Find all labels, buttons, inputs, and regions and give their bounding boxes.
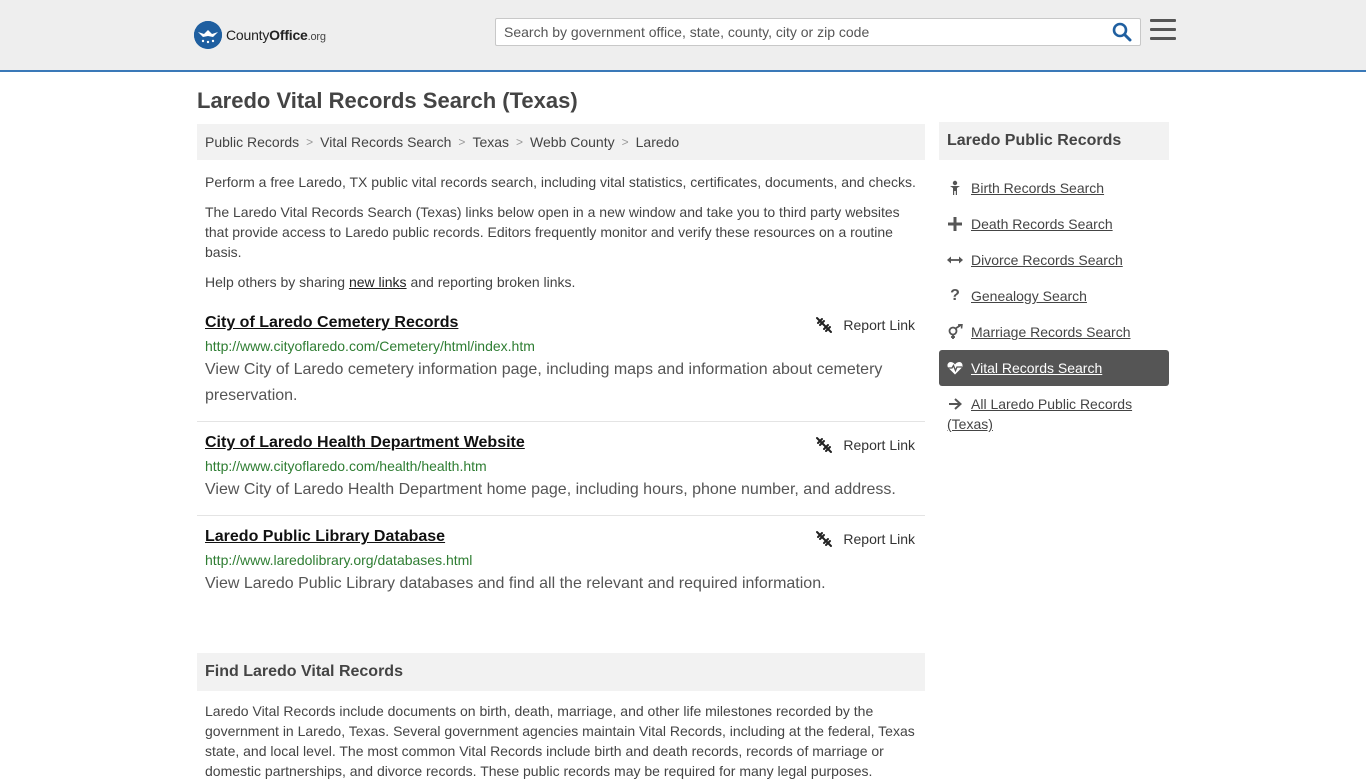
site-logo[interactable]: CountyOffice.org [194, 20, 326, 50]
record-title-link[interactable]: Laredo Public Library Database [205, 526, 445, 548]
report-link-button[interactable]: Report Link [815, 530, 915, 548]
record-description: View City of Laredo Health Department ho… [205, 481, 896, 498]
main-content: Public Records > Vital Records Search > … [197, 124, 925, 781]
logo-text-org: .org [307, 31, 326, 43]
record-url-link[interactable]: http://www.laredolibrary.org/databases.h… [205, 551, 917, 569]
breadcrumb-vital-records[interactable]: Vital Records Search [320, 134, 451, 150]
logo-text-county: County [226, 27, 270, 43]
logo-text-office: Office [269, 27, 308, 43]
arrows-horizontal-icon [947, 250, 963, 270]
find-section-heading: Find Laredo Vital Records [197, 653, 925, 691]
intro-help-text: Help others by sharing [205, 274, 349, 290]
report-link-label: Report Link [843, 531, 915, 547]
sidebar-item-divorce-records[interactable]: Divorce Records Search [939, 242, 1169, 278]
page-title: Laredo Vital Records Search (Texas) [197, 88, 578, 113]
sidebar-item-marriage-records[interactable]: Marriage Records Search [939, 314, 1169, 350]
intro-help-text-end: and reporting broken links. [406, 274, 576, 290]
new-links-link[interactable]: new links [349, 274, 407, 290]
child-icon [947, 178, 963, 198]
find-section-text: Laredo Vital Records include documents o… [205, 703, 915, 779]
search-icon [1112, 22, 1132, 42]
breadcrumb-texas[interactable]: Texas [472, 134, 509, 150]
breadcrumb-separator: > [516, 135, 524, 149]
sidebar-item-genealogy[interactable]: ? Genealogy Search [939, 278, 1169, 314]
cross-icon [947, 214, 963, 234]
question-icon: ? [950, 287, 960, 304]
arrow-right-icon [947, 394, 963, 414]
intro-text: Perform a free Laredo, TX public vital r… [197, 172, 925, 292]
intro-paragraph-3: Help others by sharing new links and rep… [205, 272, 917, 292]
record-item: City of Laredo Health Department Website… [197, 422, 925, 516]
breadcrumb-webb-county[interactable]: Webb County [530, 134, 615, 150]
broken-link-icon [816, 531, 833, 547]
sidebar-item-all-public-records[interactable]: All Laredo Public Records (Texas) [939, 386, 1169, 442]
sidebar: Laredo Public Records Birth Records Sear… [939, 122, 1169, 442]
breadcrumb-separator: > [306, 135, 314, 149]
broken-link-icon [816, 317, 833, 333]
report-link-button[interactable]: Report Link [815, 316, 915, 334]
intro-paragraph-1: Perform a free Laredo, TX public vital r… [205, 174, 916, 190]
sidebar-item-label: Birth Records Search [971, 180, 1105, 196]
venus-mars-icon [947, 322, 963, 342]
breadcrumb-separator: > [458, 135, 466, 149]
record-item: City of Laredo Cemetery Records Report L… [197, 302, 925, 422]
record-item: Laredo Public Library Database Report Li… [197, 516, 925, 609]
search-input[interactable] [496, 19, 1096, 45]
search-button[interactable] [1112, 22, 1134, 44]
breadcrumb: Public Records > Vital Records Search > … [197, 124, 925, 160]
sidebar-item-label: Divorce Records Search [971, 252, 1123, 268]
logo-wordmark: CountyOffice.org [226, 27, 326, 43]
sidebar-list: Birth Records Search Death Records Searc… [939, 170, 1169, 442]
hamburger-menu-button[interactable] [1150, 19, 1176, 43]
record-title-link[interactable]: City of Laredo Health Department Website [205, 432, 525, 454]
sidebar-item-death-records[interactable]: Death Records Search [939, 206, 1169, 242]
sidebar-item-label: All Laredo Public Records (Texas) [947, 396, 1133, 432]
hamburger-icon [1150, 19, 1176, 40]
report-link-button[interactable]: Report Link [815, 436, 915, 454]
sidebar-item-label: Marriage Records Search [971, 324, 1131, 340]
record-title-link[interactable]: City of Laredo Cemetery Records [205, 312, 458, 334]
broken-link-icon [816, 437, 833, 453]
breadcrumb-separator: > [621, 135, 629, 149]
record-url-link[interactable]: http://www.cityoflaredo.com/health/healt… [205, 457, 917, 475]
breadcrumb-laredo[interactable]: Laredo [636, 134, 680, 150]
logo-eagle-icon [194, 21, 222, 49]
report-link-label: Report Link [843, 317, 915, 333]
search-box [495, 18, 1141, 46]
sidebar-heading: Laredo Public Records [939, 122, 1169, 160]
sidebar-item-birth-records[interactable]: Birth Records Search [939, 170, 1169, 206]
sidebar-item-label: Death Records Search [971, 216, 1113, 232]
breadcrumb-public-records[interactable]: Public Records [205, 134, 299, 150]
sidebar-item-label: Genealogy Search [971, 288, 1087, 304]
site-header: CountyOffice.org [0, 0, 1366, 72]
intro-paragraph-2: The Laredo Vital Records Search (Texas) … [205, 204, 900, 260]
record-description: View City of Laredo cemetery information… [205, 361, 883, 404]
sidebar-item-label: Vital Records Search [971, 360, 1103, 376]
record-url-link[interactable]: http://www.cityoflaredo.com/Cemetery/htm… [205, 337, 917, 355]
heartbeat-icon [947, 358, 963, 378]
report-link-label: Report Link [843, 437, 915, 453]
record-description: View Laredo Public Library databases and… [205, 575, 826, 592]
sidebar-item-vital-records[interactable]: Vital Records Search [939, 350, 1169, 386]
